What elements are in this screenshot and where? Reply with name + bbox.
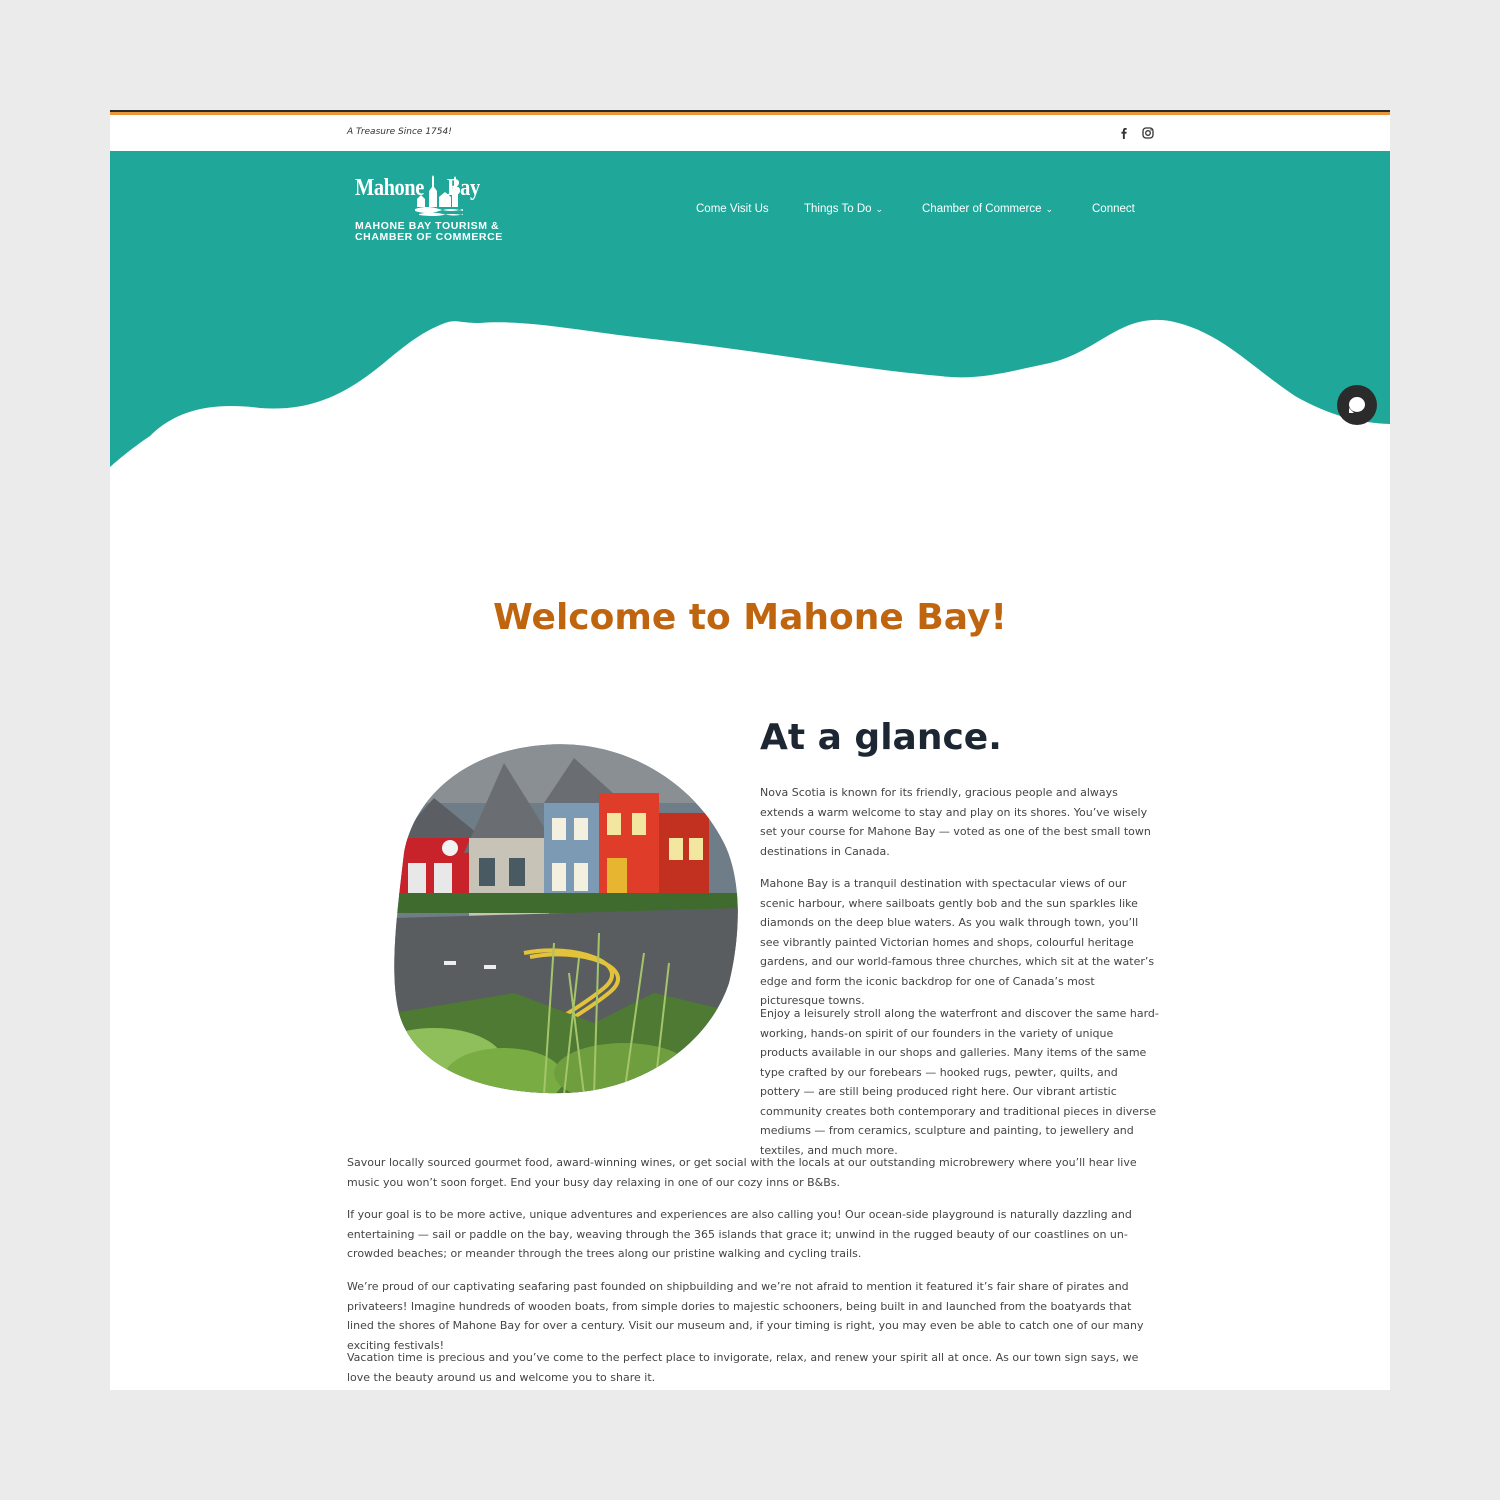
site-logo[interactable]: Mahone Bay MAHONE BAY TOURISM & CHAMBER … — [355, 175, 517, 247]
paragraph-food: Savour locally sourced gourmet food, awa… — [347, 1156, 1137, 1189]
paragraph-harbour: Mahone Bay is a tranquil destination wit… — [760, 877, 1155, 1007]
nav-item-chamber-of-commerce[interactable]: Chamber of Commerce ⌄ — [922, 203, 1053, 215]
header-hero — [110, 151, 1390, 481]
nav-label: Chamber of Commerce — [922, 203, 1042, 215]
facebook-icon[interactable] — [1117, 126, 1131, 140]
logo-wordmark-right: Bay — [447, 175, 480, 201]
chat-button[interactable] — [1337, 385, 1377, 425]
paragraph-intro: Nova Scotia is known for its friendly, g… — [760, 786, 1151, 858]
glance-title: At a glance. — [760, 717, 1002, 758]
logo-subtitle-line2: CHAMBER OF COMMERCE — [355, 230, 503, 243]
paragraph-waterfront: Enjoy a leisurely stroll along the water… — [760, 1007, 1159, 1157]
page: A Treasure Since 1754! Mahone Bay MAHONE… — [110, 110, 1390, 1390]
nav-item-things-to-do[interactable]: Things To Do ⌄ — [804, 203, 883, 215]
town-street-photo — [394, 744, 738, 1094]
paragraph-seafaring: We’re proud of our captivating seafaring… — [347, 1280, 1144, 1352]
paragraph-adventures: If your goal is to be more active, uniqu… — [347, 1208, 1132, 1260]
top-bar: A Treasure Since 1754! — [110, 115, 1390, 151]
logo-subtitle: MAHONE BAY TOURISM & CHAMBER OF COMMERCE — [355, 221, 525, 242]
paragraph-vacation: Vacation time is precious and you’ve com… — [347, 1351, 1139, 1384]
instagram-icon[interactable] — [1141, 126, 1155, 140]
nav-label: Things To Do — [804, 203, 872, 215]
tagline: A Treasure Since 1754! — [347, 127, 452, 137]
nav-label: Come Visit Us — [696, 203, 769, 215]
chevron-down-icon: ⌄ — [1045, 204, 1054, 214]
nav-item-come-visit-us[interactable]: Come Visit Us — [696, 203, 769, 215]
welcome-title: Welcome to Mahone Bay! — [493, 597, 1007, 638]
hero-wave-background — [110, 151, 1390, 467]
nav-item-connect[interactable]: Connect — [1092, 203, 1135, 215]
logo-subtitle-line1: MAHONE BAY TOURISM & — [355, 220, 500, 232]
logo-wordmark-left: Mahone — [355, 175, 424, 201]
nav-label: Connect — [1092, 203, 1135, 215]
chevron-down-icon: ⌄ — [875, 204, 884, 214]
